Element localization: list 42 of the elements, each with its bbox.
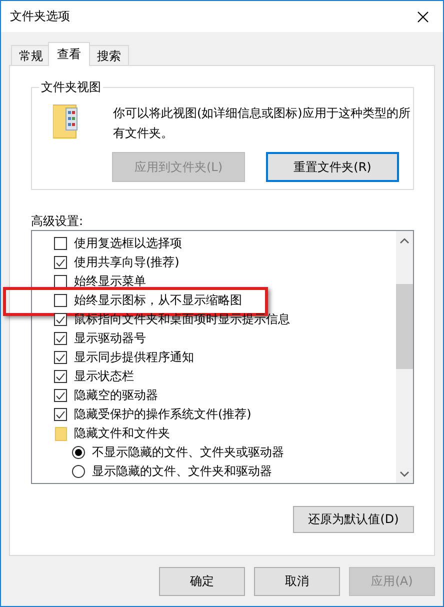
setting-label: 始终显示图标，从不显示缩略图 (74, 292, 242, 309)
setting-label: 显示状态栏 (74, 368, 134, 385)
checkbox[interactable] (54, 275, 67, 288)
setting-label: 显示隐藏的文件、文件夹和驱动器 (92, 463, 272, 480)
window-title: 文件夹选项 (10, 8, 71, 25)
checkbox[interactable] (54, 370, 67, 383)
checkbox[interactable] (54, 256, 67, 269)
tab[interactable]: 搜索 (89, 45, 129, 65)
setting-label: 显示同步提供程序通知 (74, 349, 194, 366)
description-text: 你可以将此视图(如详细信息或图标)应用于这种类型的所有文件夹。 (113, 105, 412, 142)
radio-button[interactable] (72, 465, 85, 478)
setting-label: 隐藏空的驱动器 (74, 387, 158, 404)
close-icon[interactable] (417, 10, 429, 22)
checkbox[interactable] (54, 351, 67, 364)
restore-defaults-button[interactable]: 还原为默认值(D) (293, 506, 414, 533)
checkbox[interactable] (54, 313, 67, 326)
folder-icon (55, 426, 67, 440)
section-label: 高级设置: (31, 213, 84, 230)
setting-label: 始终显示菜单 (74, 273, 146, 290)
checkbox[interactable] (54, 294, 67, 307)
checkbox[interactable] (54, 389, 67, 402)
scrollbar-thumb[interactable] (396, 284, 413, 369)
group-title: 文件夹视图 (39, 79, 103, 96)
setting-label: 使用共享向导(推荐) (74, 254, 180, 271)
scroll-down-icon[interactable] (400, 471, 409, 477)
dialog-button[interactable]: 确定 (159, 567, 245, 596)
checkbox[interactable] (54, 408, 67, 421)
folder-button[interactable]: 重置文件夹(R) (266, 152, 399, 182)
setting-label: 隐藏文件和文件夹 (74, 425, 170, 442)
scroll-up-icon[interactable] (400, 238, 409, 244)
tab[interactable]: 查看 (48, 42, 90, 66)
tab[interactable]: 常规 (11, 45, 51, 65)
radio-button[interactable] (72, 446, 85, 459)
setting-label: 使用复选框以选择项 (74, 235, 182, 252)
checkbox[interactable] (54, 332, 67, 345)
dialog-button[interactable]: 取消 (254, 567, 340, 596)
setting-label: 不显示隐藏的文件、文件夹或驱动器 (92, 444, 284, 461)
checkbox[interactable] (54, 237, 67, 250)
setting-label: 显示驱动器号 (74, 330, 146, 347)
setting-label: 隐藏受保护的操作系统文件(推荐) (74, 406, 252, 423)
folder-icon (53, 103, 78, 139)
setting-label: 鼠标指向文件夹和桌面项时显示提示信息 (74, 311, 290, 328)
